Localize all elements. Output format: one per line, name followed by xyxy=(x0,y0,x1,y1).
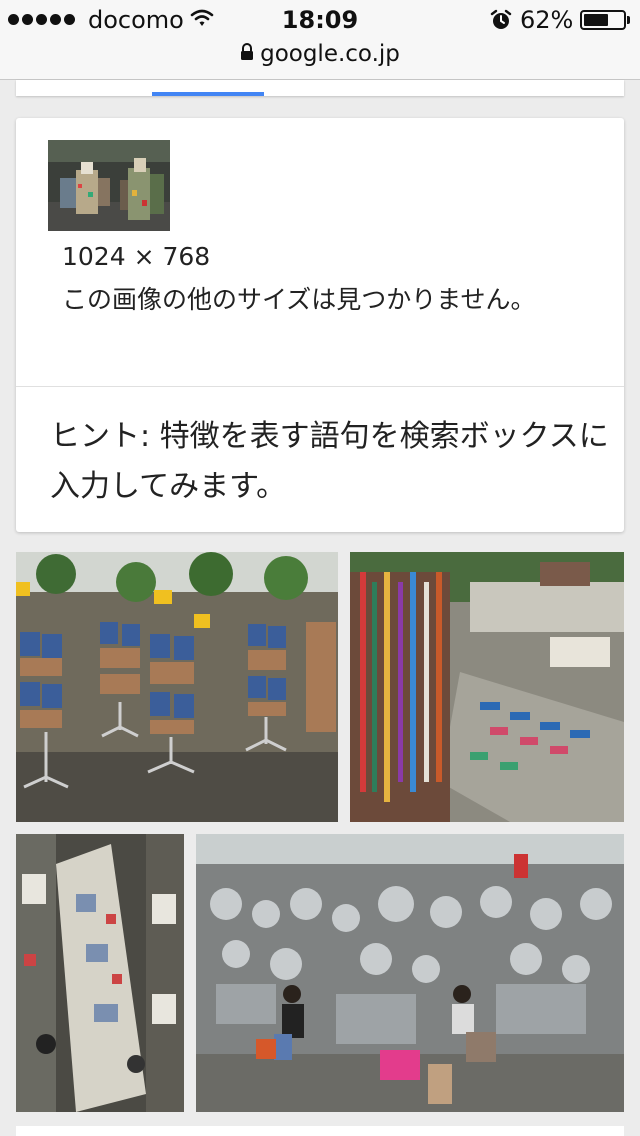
battery-tip xyxy=(627,16,630,24)
result-image-4[interactable] xyxy=(196,834,624,1112)
result-image-1[interactable] xyxy=(16,552,338,822)
next-result-row xyxy=(16,1126,624,1136)
no-other-sizes-message: この画像の他のサイズは見つかりません。 xyxy=(62,285,536,314)
status-bar: docomo 18:09 62% xyxy=(0,0,640,40)
result-image-3[interactable] xyxy=(16,834,184,1112)
alarm-clock-icon xyxy=(490,9,512,35)
lock-icon xyxy=(240,43,254,65)
battery-level xyxy=(584,14,608,26)
search-tabs xyxy=(16,80,624,96)
search-hint: ヒント: 特徴を表す語句を検索ボックスに入力してみます。 xyxy=(50,419,609,504)
active-tab-indicator xyxy=(152,92,264,96)
result-image-2[interactable] xyxy=(350,552,624,822)
url-domain[interactable]: google.co.jp xyxy=(260,41,400,67)
battery-icon xyxy=(580,10,626,30)
image-dimensions: 1024 × 768 xyxy=(62,242,211,271)
url-bar[interactable]: google.co.jp xyxy=(0,40,640,80)
query-image-thumbnail[interactable] xyxy=(48,140,170,231)
card-divider xyxy=(16,386,624,387)
image-info-card: 1024 × 768 この画像の他のサイズは見つかりません。 ヒント: 特徴を表… xyxy=(16,118,624,532)
battery-percent: 62% xyxy=(520,6,574,34)
